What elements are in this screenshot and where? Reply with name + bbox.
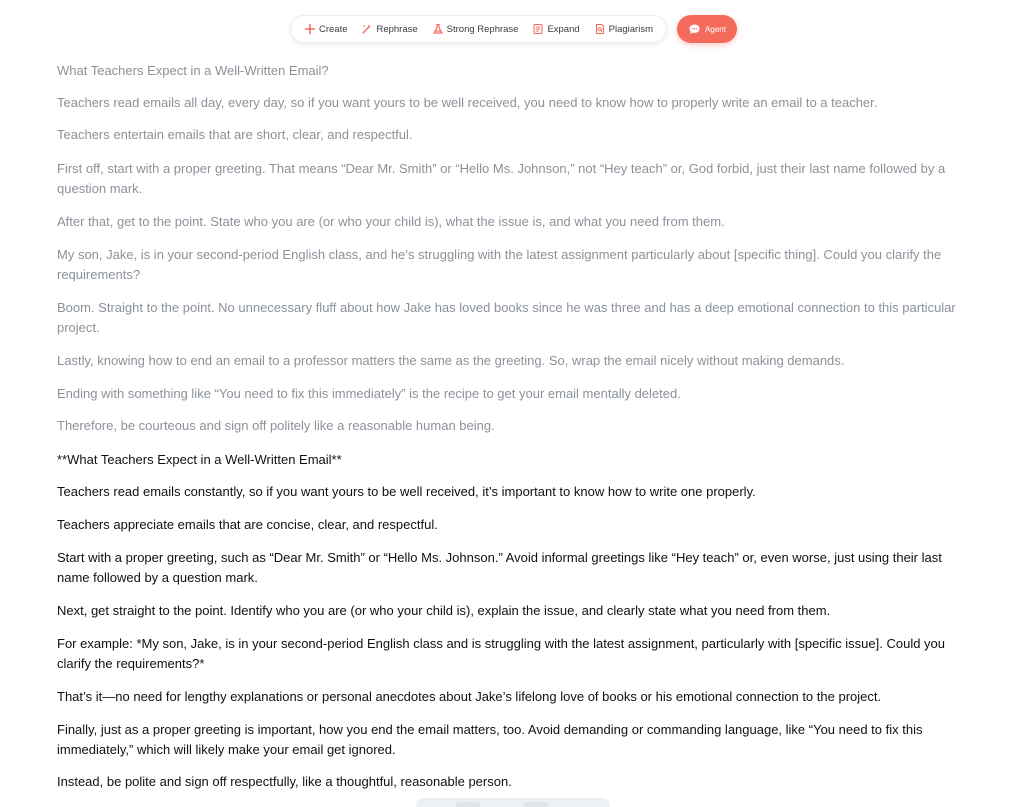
create-label: Create — [318, 23, 348, 35]
rewritten-paragraph: That’s it—no need for lengthy explanatio… — [57, 689, 882, 704]
original-paragraph: Boom. Straight to the point. No unnecess… — [57, 300, 956, 335]
strong-rephrase-label: Strong Rephrase — [446, 23, 519, 35]
rewritten-title: **What Teachers Expect in a Well-Written… — [57, 452, 342, 467]
rewritten-paragraph: For example: *My son, Jake, is in your s… — [57, 636, 946, 671]
chat-bubble-icon — [689, 24, 700, 34]
bottom-bar-button[interactable] — [456, 802, 480, 807]
plagiarism-icon — [595, 23, 604, 35]
original-paragraph: Ending with something like “You need to … — [57, 386, 681, 401]
rewritten-paragraph: Teachers read emails constantly, so if y… — [57, 484, 756, 499]
agent-label: Agent — [705, 24, 726, 34]
bottom-bar-button[interactable] — [524, 802, 548, 807]
agent-button[interactable]: Agent — [677, 15, 737, 43]
rewritten-paragraph: Teachers appreciate emails that are conc… — [57, 517, 438, 532]
rewritten-paragraph: Start with a proper greeting, such as “D… — [57, 550, 942, 585]
rephrase-label: Rephrase — [376, 23, 418, 35]
original-paragraph: Teachers entertain emails that are short… — [57, 127, 413, 142]
bottom-action-bar[interactable] — [416, 798, 610, 807]
rewritten-paragraph: Finally, just as a proper greeting is im… — [57, 722, 923, 757]
plagiarism-button[interactable]: Plagiarism — [594, 23, 653, 35]
plus-icon — [304, 23, 316, 35]
original-title: What Teachers Expect in a Well-Written E… — [57, 63, 329, 78]
original-paragraph: Teachers read emails all day, every day,… — [57, 95, 878, 110]
original-paragraph: My son, Jake, is in your second-period E… — [57, 247, 942, 282]
ai-toolbar: Create Rephrase Strong Rephrase Expand P… — [290, 15, 667, 43]
expand-label: Expand — [547, 23, 580, 35]
original-paragraph: First off, start with a proper greeting.… — [57, 161, 946, 196]
rewritten-paragraph: Next, get straight to the point. Identif… — [57, 603, 831, 618]
original-paragraph: After that, get to the point. State who … — [57, 214, 725, 229]
rephrase-icon — [362, 24, 372, 34]
original-paragraph: Lastly, knowing how to end an email to a… — [57, 353, 845, 368]
rephrase-button[interactable]: Rephrase — [361, 23, 418, 35]
plagiarism-label: Plagiarism — [608, 23, 653, 35]
rewritten-paragraph: Instead, be polite and sign off respectf… — [57, 774, 512, 789]
expand-button[interactable]: Expand — [532, 23, 580, 35]
original-paragraph: Therefore, be courteous and sign off pol… — [57, 418, 495, 433]
create-button[interactable]: Create — [304, 23, 348, 35]
expand-icon — [533, 23, 543, 35]
strong-rephrase-button[interactable]: Strong Rephrase — [432, 23, 519, 35]
strong-rephrase-icon — [433, 23, 443, 34]
